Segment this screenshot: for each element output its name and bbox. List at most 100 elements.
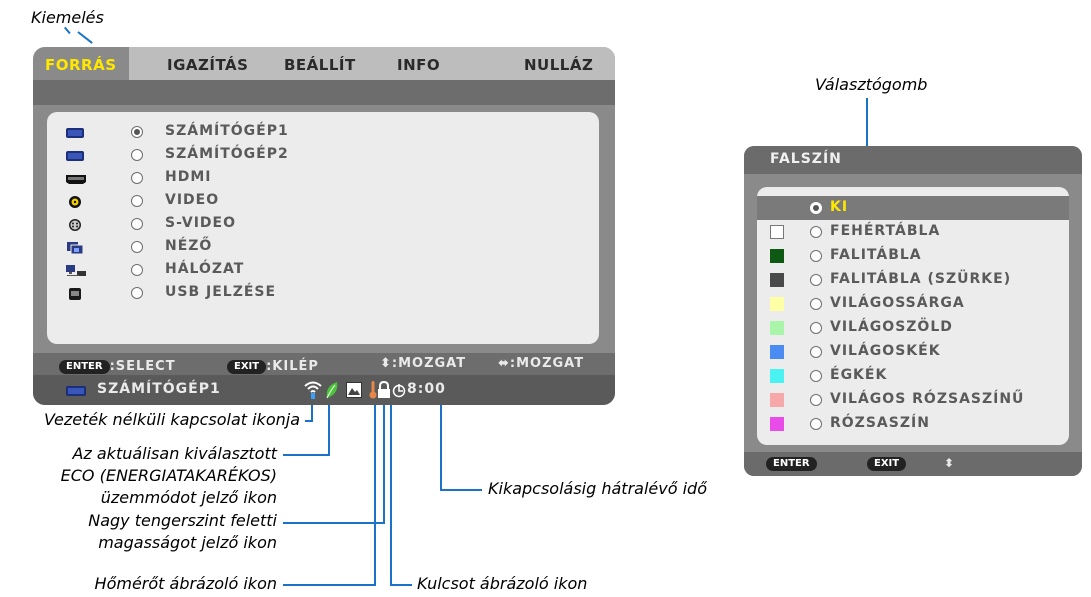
help-move-vertical: ⬍:MOZGAT <box>380 356 467 371</box>
callout-off-timer: Kikapcsolásig hátralévő idő <box>488 479 707 498</box>
source-item-video[interactable]: VIDEO <box>47 190 599 212</box>
radio-button[interactable] <box>810 298 822 310</box>
callout-altitude-1: Nagy tengerszint feletti <box>88 511 277 530</box>
color-swatch <box>770 345 784 359</box>
onscreen-menu: FORRÁS IGAZÍTÁS BEÁLLÍT INFO NULLÁZ SZÁM… <box>33 47 615 405</box>
source-label: HDMI <box>165 169 212 185</box>
color-swatch <box>770 273 784 287</box>
wall-option-label: FALITÁBLA (SZÜRKE) <box>830 271 1012 287</box>
radio-button[interactable] <box>810 394 822 406</box>
source-item-network[interactable]: HÁLÓZAT <box>47 259 599 281</box>
radio-button[interactable] <box>810 322 822 334</box>
radio-button[interactable] <box>131 195 143 207</box>
radio-button[interactable] <box>131 149 143 161</box>
wall-option-label: VILÁGOS RÓZSASZÍNŰ <box>830 391 1025 407</box>
s-video-icon <box>65 217 85 231</box>
callout-eco-line-h <box>283 454 330 456</box>
wall-option-whiteboard[interactable]: FEHÉRTÁBLA <box>757 220 1069 244</box>
status-source: SZÁMÍTÓGÉP1 <box>97 381 221 397</box>
tab-info[interactable]: INFO <box>397 47 440 80</box>
wall-option-off[interactable]: KI <box>757 196 1069 220</box>
help-exit-text: :KILÉP <box>266 359 319 374</box>
help-select-text: :SELECT <box>109 359 176 374</box>
wall-color-footer: ENTER EXIT ⬍ <box>744 452 1082 476</box>
wall-option-label: RÓZSASZÍN <box>830 415 930 431</box>
radio-button[interactable] <box>810 370 822 382</box>
source-label: NÉZŐ <box>165 238 213 254</box>
viewer-icon <box>65 240 85 255</box>
wall-option-blackboard-gray[interactable]: FALITÁBLA (SZÜRKE) <box>757 268 1069 292</box>
key-help-bar: ENTER:SELECT EXIT:KILÉP ⬍:MOZGAT ⬌:MOZGA… <box>33 353 615 375</box>
source-item-viewer[interactable]: NÉZŐ <box>47 236 599 258</box>
network-icon <box>65 263 86 277</box>
radio-button[interactable] <box>131 287 143 299</box>
wireless-icon <box>304 380 322 404</box>
tab-reset[interactable]: NULLÁZ <box>524 47 593 80</box>
help-enter: ENTER:SELECT <box>59 356 176 375</box>
color-swatch <box>770 393 784 407</box>
altitude-icon <box>346 382 362 402</box>
radio-button[interactable] <box>131 241 143 253</box>
radio-button[interactable] <box>810 226 822 238</box>
radio-button[interactable] <box>131 126 143 138</box>
wall-option-label: VILÁGOSZÖLD <box>830 319 953 335</box>
source-label: S-VIDEO <box>165 215 237 231</box>
radio-button[interactable] <box>131 172 143 184</box>
usb-display-icon <box>65 286 85 300</box>
wall-option-light-blue[interactable]: VILÁGOSKÉK <box>757 340 1069 364</box>
wall-option-label: ÉGKÉK <box>830 367 888 383</box>
source-item-usb-display[interactable]: USB JELZÉSE <box>47 282 599 304</box>
callout-timer-line-h <box>440 489 482 491</box>
enter-key-badge: ENTER <box>59 359 110 374</box>
source-label: SZÁMÍTÓGÉP1 <box>165 123 289 139</box>
color-swatch <box>770 249 784 263</box>
video-icon <box>65 194 85 208</box>
radio-button[interactable] <box>810 274 822 286</box>
source-label: VIDEO <box>165 192 220 208</box>
tab-source[interactable]: FORRÁS <box>33 47 129 80</box>
wall-option-blackboard[interactable]: FALITÁBLA <box>757 244 1069 268</box>
wall-color-list: KI FEHÉRTÁBLA FALITÁBLA FALITÁBLA (SZÜRK… <box>757 187 1069 445</box>
callout-highlight: Kiemelés <box>31 8 104 27</box>
tab-adjust[interactable]: IGAZÍTÁS <box>167 47 248 80</box>
radio-button[interactable] <box>810 202 822 214</box>
callout-eco-1: Az aktuálisan kiválasztott <box>72 444 277 463</box>
source-list: SZÁMÍTÓGÉP1 SZÁMÍTÓGÉP2 HDMI VIDEO S-VID… <box>47 112 599 344</box>
source-item-hdmi[interactable]: HDMI <box>47 167 599 189</box>
eco-leaf-icon <box>325 380 339 404</box>
menu-band <box>33 80 615 105</box>
radio-button[interactable] <box>810 418 822 430</box>
enter-key-badge: ENTER <box>766 457 817 471</box>
source-item-computer2[interactable]: SZÁMÍTÓGÉP2 <box>47 144 599 166</box>
callout-key: Kulcsot ábrázoló ikon <box>417 574 588 593</box>
callout-eco-2: ECO (ENERGIATAKARÉKOS) <box>60 466 277 485</box>
radio-button[interactable] <box>131 218 143 230</box>
wall-color-title: FALSZÍN <box>770 151 842 167</box>
callout-thermometer: Hőmérőt ábrázoló ikon <box>94 574 277 593</box>
wall-option-light-green[interactable]: VILÁGOSZÖLD <box>757 316 1069 340</box>
radio-button[interactable] <box>810 250 822 262</box>
callout-thermometer-line-h <box>283 584 376 586</box>
wall-option-pink[interactable]: RÓZSASZÍN <box>757 412 1069 436</box>
wall-option-light-rose[interactable]: VILÁGOS RÓZSASZÍNŰ <box>757 388 1069 412</box>
wall-color-title-bar: FALSZÍN <box>744 146 1082 174</box>
wall-option-label: VILÁGOSSÁRGA <box>830 295 965 311</box>
source-item-s-video[interactable]: S-VIDEO <box>47 213 599 235</box>
source-label: HÁLÓZAT <box>165 261 245 277</box>
callout-eco-3: üzemmódot jelző ikon <box>100 488 277 507</box>
radio-button[interactable] <box>131 264 143 276</box>
source-item-computer1[interactable]: SZÁMÍTÓGÉP1 <box>47 121 599 143</box>
off-timer-icon <box>392 382 406 402</box>
menu-tab-bar: FORRÁS IGAZÍTÁS BEÁLLÍT INFO NULLÁZ <box>33 47 615 80</box>
wall-option-label: KI <box>830 199 849 215</box>
callout-radio-button: Választógomb <box>815 75 928 94</box>
wall-option-sky-blue[interactable]: ÉGKÉK <box>757 364 1069 388</box>
wall-option-light-yellow[interactable]: VILÁGOSSÁRGA <box>757 292 1069 316</box>
tab-setup[interactable]: BEÁLLÍT <box>284 47 356 80</box>
wall-option-label: FALITÁBLA <box>830 247 922 263</box>
wall-option-label: FEHÉRTÁBLA <box>830 223 941 239</box>
source-label: SZÁMÍTÓGÉP2 <box>165 146 289 162</box>
callout-highlight-line-2 <box>77 31 93 44</box>
off-timer-value: 8:00 <box>407 381 446 397</box>
radio-button[interactable] <box>810 346 822 358</box>
